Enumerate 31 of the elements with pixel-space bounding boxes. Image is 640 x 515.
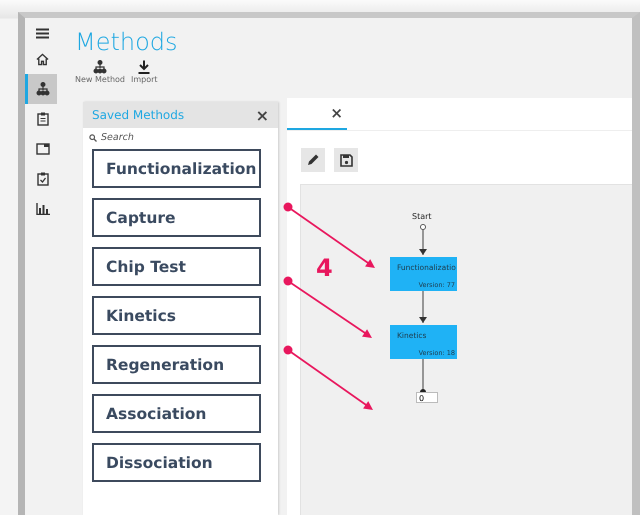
close-button[interactable]: ×: [256, 106, 269, 124]
window-icon: [36, 143, 50, 155]
bar-chart-icon: [36, 203, 50, 215]
method-item[interactable]: Capture: [92, 198, 261, 237]
toolbar-button[interactable]: Import: [131, 60, 158, 84]
method-item[interactable]: Association: [92, 394, 261, 433]
search-icon: [89, 134, 97, 142]
editor-tab[interactable]: ×: [287, 98, 347, 130]
start-label: Start: [412, 212, 432, 221]
home-icon: [36, 52, 49, 66]
sidebar-item[interactable]: [25, 74, 57, 104]
page-title: Methods: [75, 28, 179, 56]
method-item[interactable]: Functionalization: [92, 149, 261, 188]
pencil-icon: [306, 153, 320, 167]
hierarchy-icon: [93, 60, 107, 74]
toolbar-button[interactable]: New Method: [75, 60, 125, 84]
clipboard-check-icon: [36, 172, 48, 186]
panel-title: Saved Methods: [92, 108, 184, 122]
method-item[interactable]: Chip Test: [92, 247, 261, 286]
end-value-field[interactable]: 0: [416, 392, 438, 403]
save-button[interactable]: [334, 148, 358, 172]
method-item[interactable]: Kinetics: [92, 296, 261, 335]
clipboard-icon: [36, 112, 48, 126]
edit-button[interactable]: [301, 148, 325, 172]
annotation-number: 4: [316, 254, 333, 282]
menu-icon: [36, 28, 49, 38]
method-item[interactable]: Dissociation: [92, 443, 261, 482]
save-icon: [340, 154, 352, 166]
hierarchy-icon: [36, 82, 50, 96]
download-icon: [137, 60, 152, 74]
method-item[interactable]: Regeneration: [92, 345, 261, 384]
